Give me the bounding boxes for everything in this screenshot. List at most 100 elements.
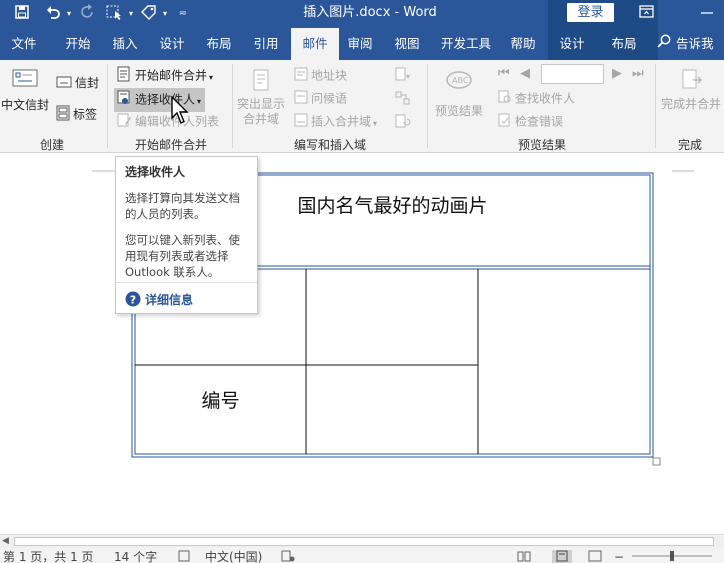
tag-dropdown-icon[interactable]: ▾ [160,4,170,24]
login-button[interactable]: 登录 [567,3,614,22]
chinese-envelope-label: 中文信封 [0,98,49,112]
tab-layout[interactable]: 布局 [195,28,243,60]
select-dropdown-icon[interactable]: ▾ [126,4,136,24]
tooltip-divider [116,282,257,283]
page-count[interactable]: 第 1 页，共 1 页 [3,550,94,563]
select-objects-icon[interactable] [104,4,126,24]
scrollbar-thumb[interactable] [14,537,714,546]
tab-mailings[interactable]: 邮件 [291,28,339,60]
start-mail-merge-button[interactable]: 开始邮件合并 ▾ [116,66,213,86]
chinese-envelope-button[interactable]: 中文信封 [0,68,50,113]
update-labels-icon[interactable] [394,113,412,133]
scroll-left-icon[interactable]: ◀ [2,536,9,546]
proofing-icon[interactable] [178,550,192,563]
envelopes-button[interactable]: 信封 [56,75,99,92]
check-errors-icon [498,113,512,131]
search-icon [656,29,672,61]
tab-developer[interactable]: 开发工具 [436,28,496,60]
tab-design[interactable]: 设计 [148,28,196,60]
ribbon-tabs: 文件 开始 插入 设计 布局 引用 邮件 审阅 视图 开发工具 帮助 设计 布局… [0,28,724,60]
tab-view[interactable]: 视图 [383,28,431,60]
web-layout-icon[interactable] [588,550,602,563]
tab-home[interactable]: 开始 [54,28,102,60]
select-recipients-icon [116,90,132,110]
language-indicator[interactable]: 中文(中国) [205,550,262,563]
rules-icon[interactable]: ▾ [394,66,412,86]
finish-merge-label: 完成并合并 [660,97,721,111]
next-record-icon[interactable]: ▶ [612,66,622,82]
address-block-icon [294,67,308,85]
find-recipient-button[interactable]: 查找收件人 [498,90,575,108]
preview-abc-icon: ABC [432,68,486,92]
preview-results-button[interactable]: ABC 预览结果 [432,68,486,119]
group-label-create: 创建 [39,138,64,152]
tab-table-design[interactable]: 设计 [548,28,596,60]
zoom-out-icon[interactable]: − [614,550,624,563]
tell-me-label: 告诉我 [675,36,714,51]
tab-help[interactable]: 帮助 [499,28,547,60]
ribbon-display-options-icon[interactable] [638,4,658,22]
group-label-preview: 预览结果 [517,138,566,152]
tag-icon[interactable] [138,4,160,24]
envelope-small-icon [56,76,72,92]
finish-merge-icon [658,68,724,92]
labels-icon [56,105,70,125]
svg-text:?: ? [130,294,136,307]
edit-list-icon [116,112,132,132]
insert-merge-field-button[interactable]: 插入合并域 ▾ [294,113,377,132]
tell-me-box[interactable]: 告诉我 [656,28,714,60]
mail-merge-icon [116,66,132,86]
group-label-write-insert: 编写和插入域 [293,138,366,152]
last-record-icon[interactable]: ⏭ [632,66,644,82]
greeting-line-button[interactable]: 问候语 [294,90,347,108]
macro-record-icon[interactable] [281,550,295,563]
tab-table-layout[interactable]: 布局 [600,28,648,60]
tooltip-description: 选择打算向其发送文档的人员的列表。 [125,191,240,221]
address-block-label: 地址块 [311,68,348,83]
envelope-icon [0,68,50,90]
redo-icon[interactable] [78,4,98,24]
word-count[interactable]: 14 个字 [114,550,157,563]
tab-references[interactable]: 引用 [242,28,290,60]
address-block-button[interactable]: 地址块 [294,67,347,85]
group-separator [107,64,108,148]
tab-file[interactable]: 文件 [0,28,48,60]
select-recipients-tooltip: 选择收件人 选择打算向其发送文档的人员的列表。 您可以键入新列表、使用现有列表或… [115,156,258,314]
labels-button[interactable]: 标签 [56,105,97,125]
tab-review[interactable]: 审阅 [336,28,384,60]
table-cell-number: 编号 [201,390,240,412]
insert-field-icon [294,113,308,131]
highlight-fields-label-1: 突出显示 [236,97,285,111]
edit-recipient-list-button[interactable]: 编辑收件人列表 [116,112,219,132]
greeting-line-icon [294,90,308,108]
tab-insert[interactable]: 插入 [101,28,149,60]
tooltip-title: 选择收件人 [125,165,186,179]
print-layout-icon[interactable] [552,550,572,563]
read-mode-icon[interactable] [517,550,531,563]
zoom-slider[interactable] [632,550,712,563]
insert-merge-field-label: 插入合并域 [311,114,372,129]
document-area[interactable]: 国内名气最好的动画片 编号 [0,153,724,534]
match-fields-icon[interactable] [394,90,412,110]
previous-record-icon[interactable]: ◀ [520,66,530,82]
group-label-start-merge: 开始邮件合并 [134,138,207,152]
mouse-cursor-icon [171,95,191,129]
highlight-merge-fields-button[interactable]: 突出显示 合并域 [236,68,286,127]
undo-dropdown-icon[interactable]: ▾ [64,4,74,24]
chevron-down-icon: ▾ [373,118,378,128]
highlight-fields-label-2: 合并域 [242,112,279,126]
first-record-icon[interactable]: ⏮ [498,66,510,82]
title-bar: ▾ ▾ ▾ ≂ 插入图片.docx - Word 登录 [0,0,724,28]
finish-merge-button[interactable]: 完成并合并 [658,68,724,112]
chevron-down-icon: ▾ [197,96,202,106]
customize-toolbar-icon[interactable]: ≂ [176,4,190,24]
tooltip-more-info-link[interactable]: ? 详细信息 [125,291,193,310]
select-recipients-button[interactable]: 选择收件人 ▾ [114,88,206,112]
save-icon[interactable] [10,4,34,24]
undo-icon[interactable] [42,4,64,24]
more-info-label: 详细信息 [145,293,194,307]
horizontal-scrollbar[interactable]: ◀ [0,534,724,548]
minimize-icon[interactable] [698,4,718,22]
check-errors-button[interactable]: 检查错误 [498,113,563,131]
record-number-input[interactable] [541,64,604,84]
